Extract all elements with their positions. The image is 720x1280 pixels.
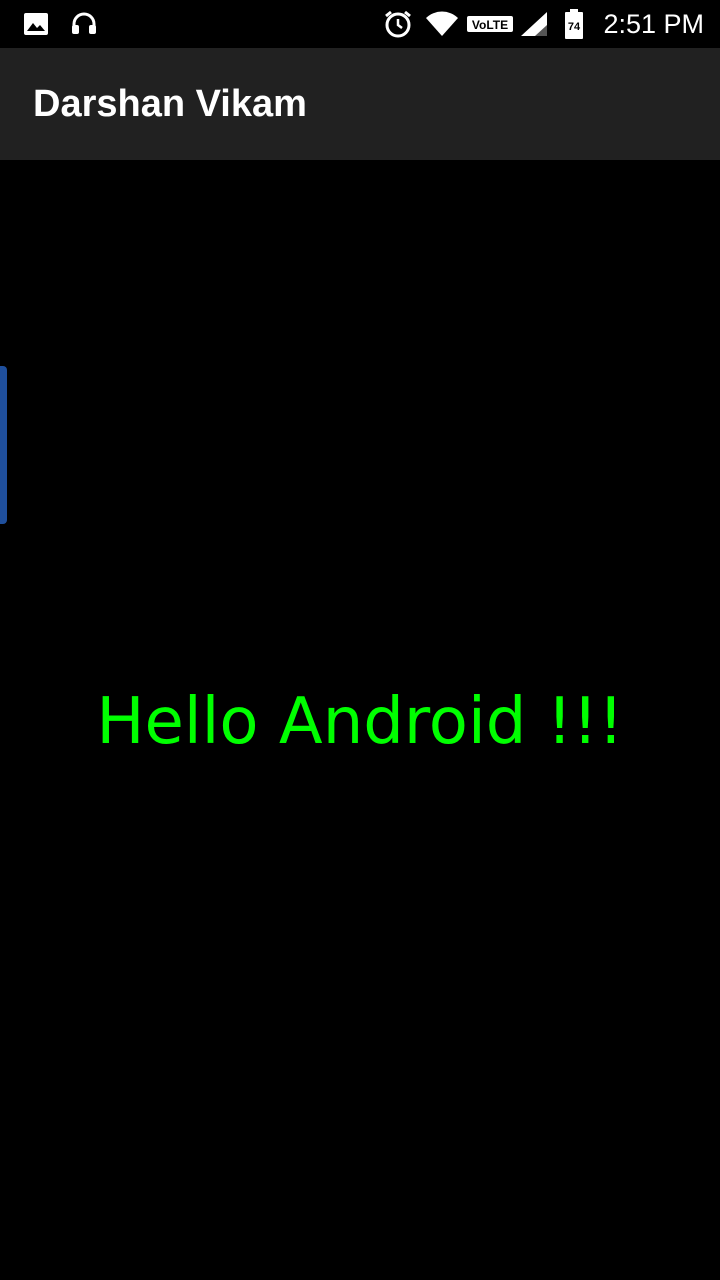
battery-level: 74 — [568, 21, 581, 33]
alarm-icon — [382, 0, 414, 48]
wifi-icon — [424, 0, 460, 48]
volte-icon: VoLTE — [466, 0, 514, 48]
gallery-icon — [22, 0, 50, 48]
battery-icon: 74 — [562, 0, 586, 48]
edge-panel-handle[interactable] — [0, 366, 7, 524]
signal-icon — [518, 0, 550, 48]
app-title: Darshan Vikam — [33, 83, 307, 125]
headset-icon — [68, 0, 100, 48]
status-time: 2:51 PM — [603, 9, 704, 39]
app-bar: Darshan Vikam — [0, 48, 720, 160]
status-bar: VoLTE 74 2:51 PM — [0, 0, 720, 48]
hello-message: Hello Android !!! — [96, 685, 624, 759]
volte-label: VoLTE — [472, 18, 508, 32]
